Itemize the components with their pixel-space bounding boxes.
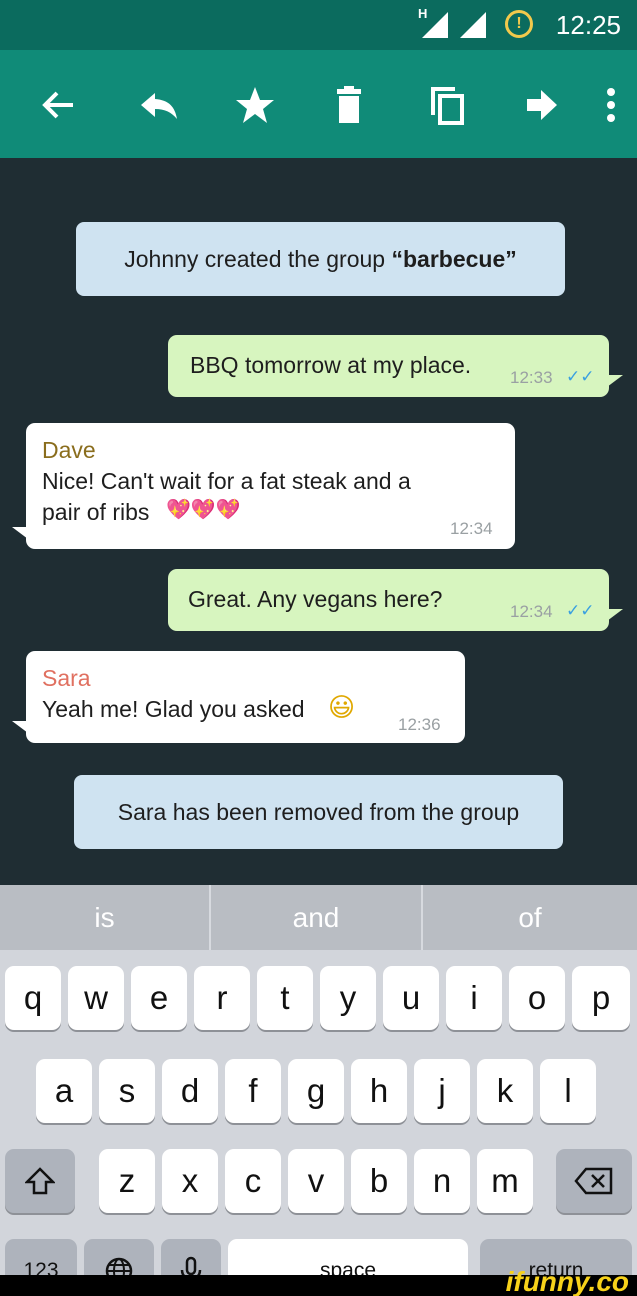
key-j[interactable]: j — [414, 1059, 470, 1123]
message-text-line-1: Nice! Can't wait for a fat steak and a — [42, 468, 411, 494]
shift-key[interactable] — [5, 1149, 75, 1213]
key-k[interactable]: k — [477, 1059, 533, 1123]
backspace-key[interactable] — [556, 1149, 632, 1213]
key-u[interactable]: u — [383, 966, 439, 1030]
suggestion-1[interactable]: is — [0, 885, 209, 950]
signal-icon — [460, 12, 486, 38]
key-b[interactable]: b — [351, 1149, 407, 1213]
key-e[interactable]: e — [131, 966, 187, 1030]
smiley-emoji: 😃 — [328, 693, 356, 723]
forward-icon[interactable] — [516, 80, 566, 130]
selection-action-bar — [0, 50, 637, 158]
keyboard: is and of q w e r t y u i o p a s d f g … — [0, 885, 637, 1296]
key-t[interactable]: t — [257, 966, 313, 1030]
delete-icon[interactable] — [324, 80, 374, 130]
copy-icon[interactable] — [422, 80, 472, 130]
key-y[interactable]: y — [320, 966, 376, 1030]
key-p[interactable]: p — [572, 966, 630, 1030]
key-a[interactable]: a — [36, 1059, 92, 1123]
group-name: “barbecue” — [391, 246, 517, 272]
system-message-group-created: Johnny created the group “barbecue” — [76, 222, 565, 296]
key-n[interactable]: n — [414, 1149, 470, 1213]
message-time: 12:33 — [510, 368, 553, 387]
key-h[interactable]: h — [351, 1059, 407, 1123]
shift-icon — [25, 1167, 55, 1195]
suggestion-2[interactable]: and — [211, 885, 421, 950]
read-receipt-icon: ✓✓ — [566, 367, 595, 386]
key-f[interactable]: f — [225, 1059, 281, 1123]
system-message-removed: Sara has been removed from the group — [74, 775, 563, 849]
key-z[interactable]: z — [99, 1149, 155, 1213]
signal-icon — [422, 12, 448, 38]
key-v[interactable]: v — [288, 1149, 344, 1213]
outgoing-message[interactable]: BBQ tomorrow at my place. 12:33 ✓✓ — [168, 335, 623, 397]
back-arrow-icon[interactable] — [32, 80, 82, 130]
key-r[interactable]: r — [194, 966, 250, 1030]
incoming-message[interactable]: Dave Nice! Can't wait for a fat steak an… — [12, 423, 515, 549]
message-text-line-2: pair of ribs — [42, 499, 150, 525]
suggestion-3[interactable]: of — [423, 885, 637, 950]
message-text: BBQ tomorrow at my place. — [190, 352, 472, 378]
sender-name: Sara — [42, 665, 91, 691]
key-g[interactable]: g — [288, 1059, 344, 1123]
status-time: 12:25 — [555, 10, 621, 40]
message-text: Yeah me! Glad you asked — [42, 696, 305, 722]
message-text: Great. Any vegans here? — [188, 586, 443, 612]
suggestion-bar: is and of — [0, 885, 637, 950]
outgoing-message[interactable]: Great. Any vegans here? 12:34 ✓✓ — [168, 569, 623, 631]
incoming-message[interactable]: Sara Yeah me! Glad you asked 😃 12:36 — [12, 651, 465, 743]
message-time: 12:34 — [450, 519, 493, 538]
chat-area[interactable]: Johnny created the group “barbecue” BBQ … — [0, 158, 637, 885]
heart-emoji: 💖💖💖 — [166, 497, 241, 521]
message-time: 12:34 — [510, 602, 553, 621]
footer-strip: ifunny.co — [0, 1267, 637, 1296]
read-receipt-icon: ✓✓ — [566, 601, 595, 620]
key-q[interactable]: q — [5, 966, 61, 1030]
key-x[interactable]: x — [162, 1149, 218, 1213]
overflow-menu-icon[interactable] — [586, 80, 636, 130]
message-time: 12:36 — [398, 715, 441, 734]
key-l[interactable]: l — [540, 1059, 596, 1123]
key-s[interactable]: s — [99, 1059, 155, 1123]
watermark-logo: ifunny.co — [505, 1266, 629, 1296]
system-message-text: Johnny created the group — [124, 246, 392, 272]
key-d[interactable]: d — [162, 1059, 218, 1123]
star-icon[interactable] — [230, 80, 280, 130]
key-w[interactable]: w — [68, 966, 124, 1030]
key-c[interactable]: c — [225, 1149, 281, 1213]
key-m[interactable]: m — [477, 1149, 533, 1213]
reply-icon[interactable] — [134, 80, 184, 130]
backspace-icon — [574, 1167, 613, 1195]
key-o[interactable]: o — [509, 966, 565, 1030]
status-bar: H ! 12:25 — [0, 0, 637, 50]
key-i[interactable]: i — [446, 966, 502, 1030]
battery-alert-icon: ! — [505, 10, 533, 38]
sender-name: Dave — [42, 437, 96, 463]
system-message-text: Sara has been removed from the group — [117, 799, 520, 825]
